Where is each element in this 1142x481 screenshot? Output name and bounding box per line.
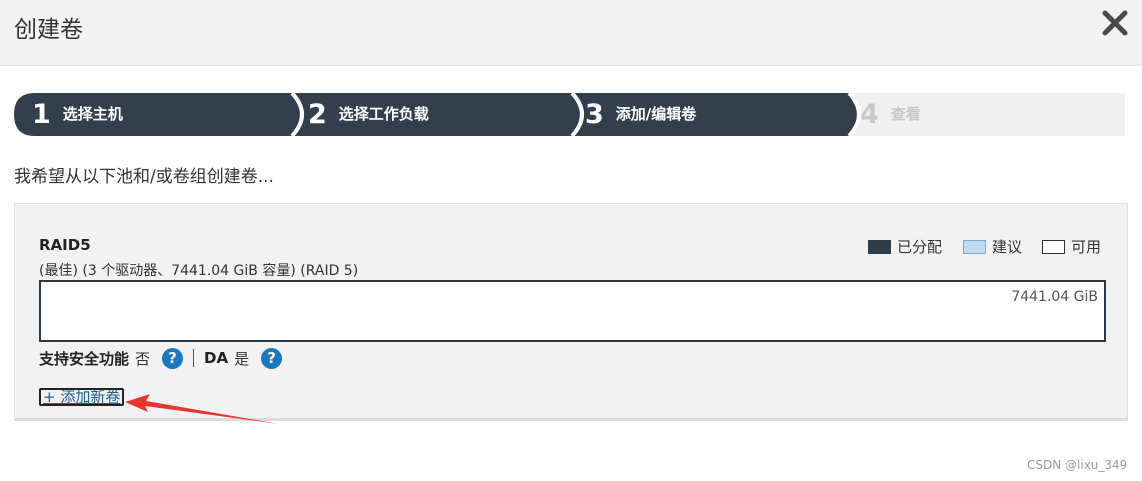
watermark: CSDN @lixu_349 (1027, 458, 1128, 472)
annotation-arrow-icon (125, 394, 279, 424)
